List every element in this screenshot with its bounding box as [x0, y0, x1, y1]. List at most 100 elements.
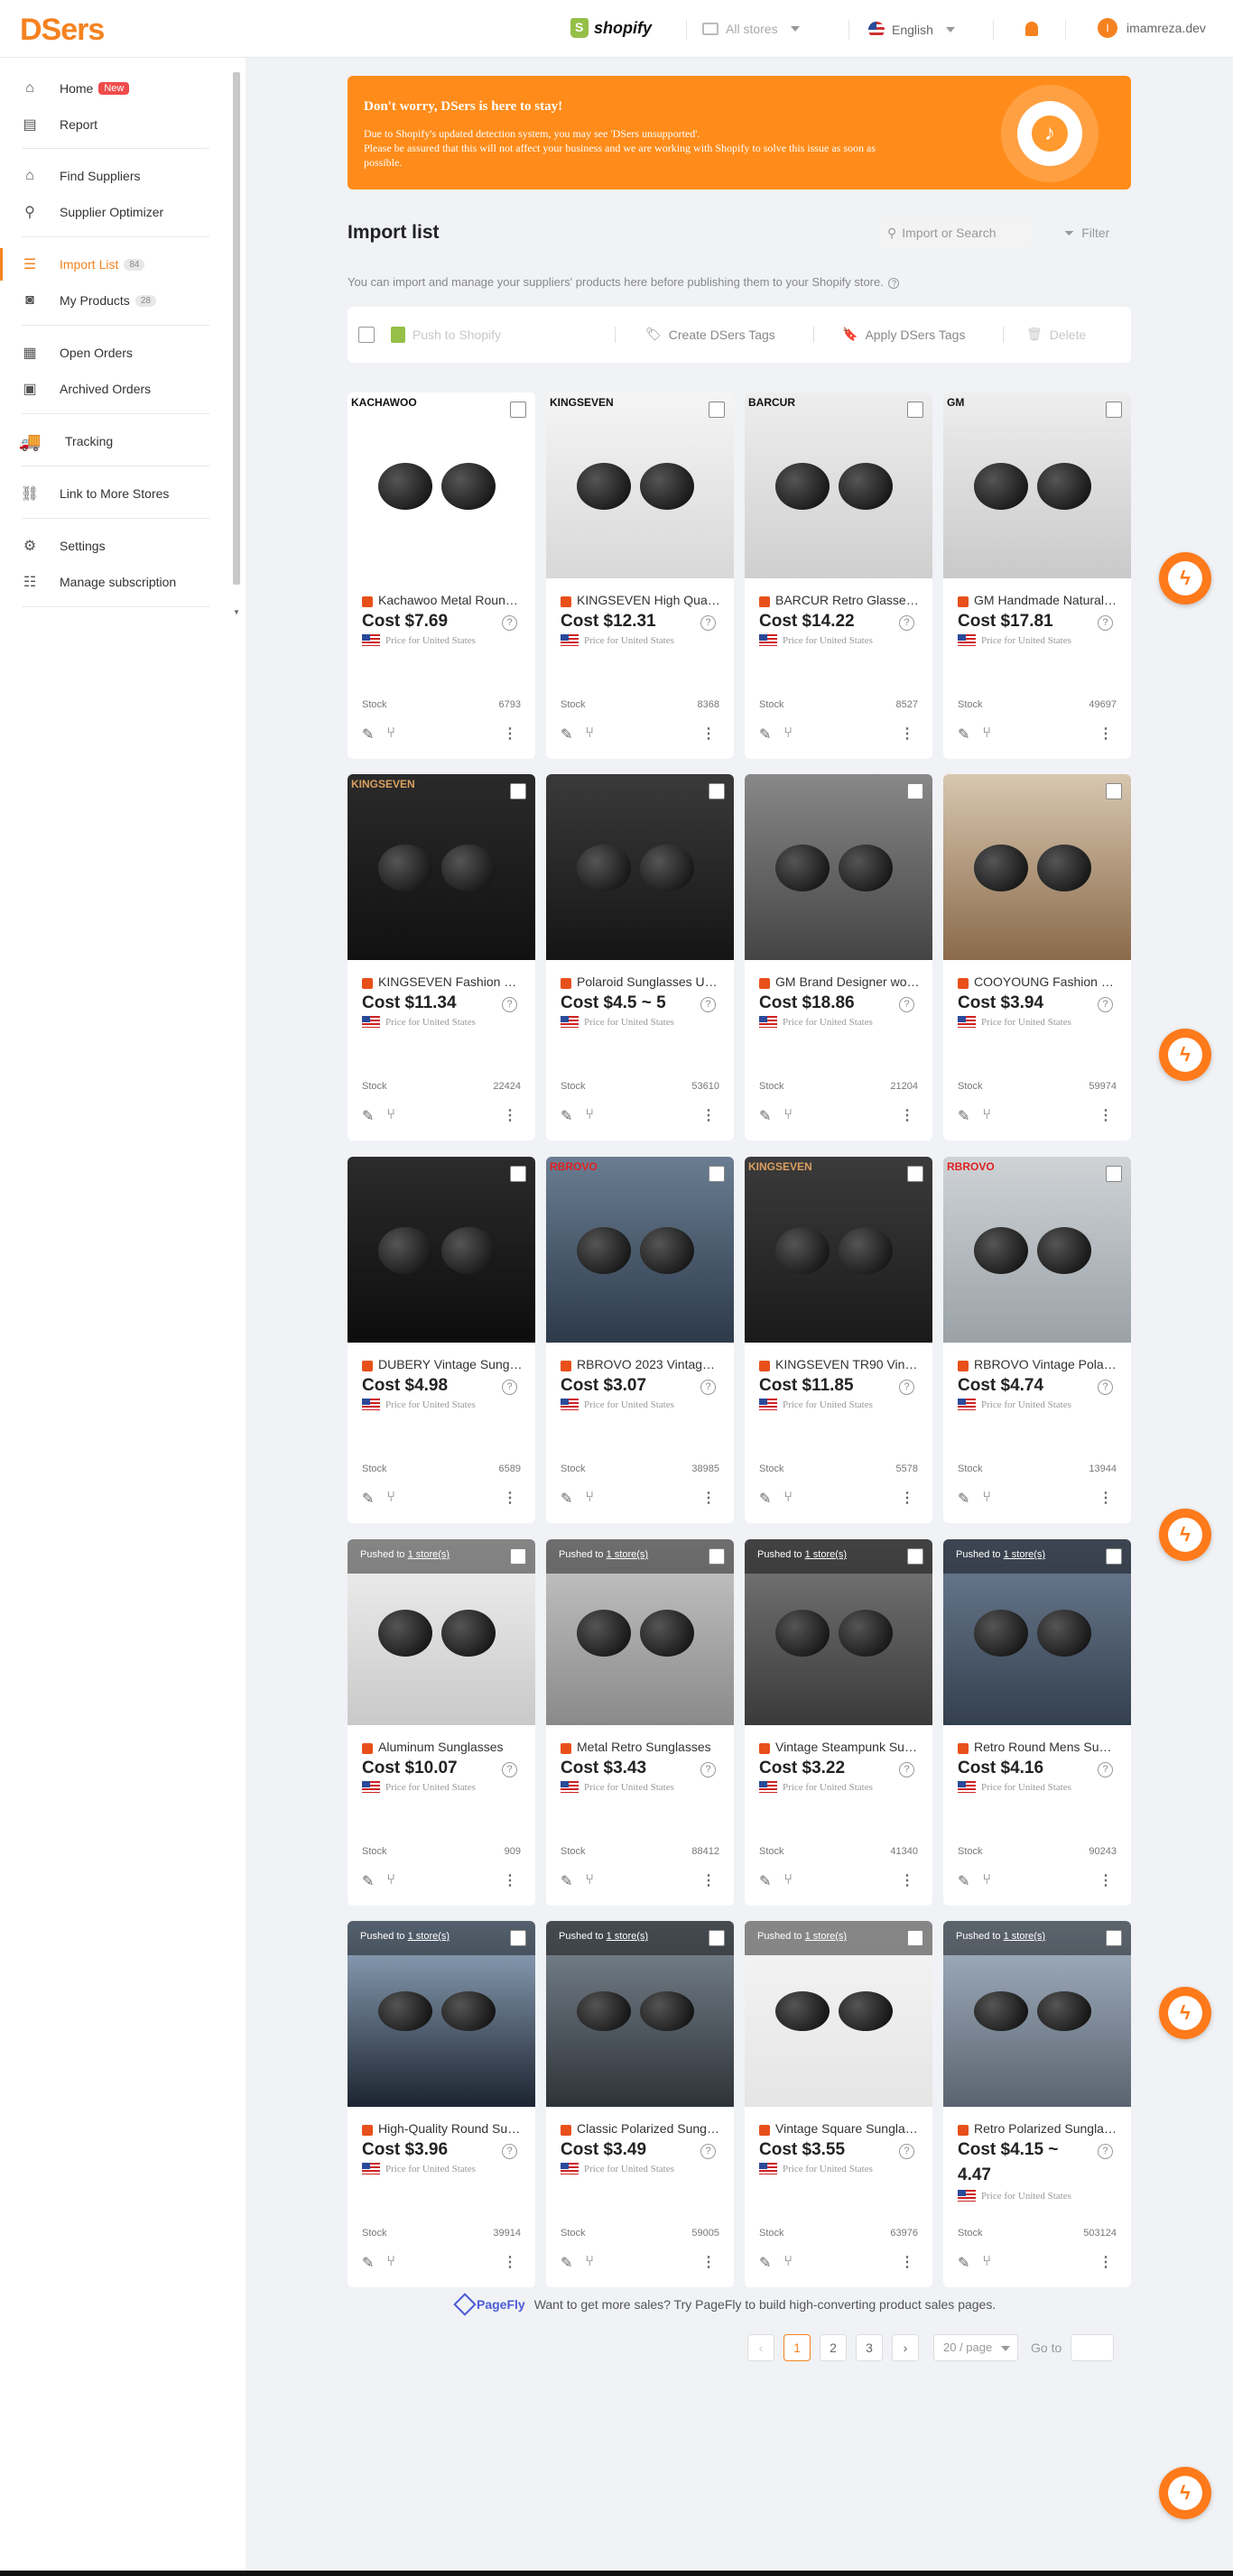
split-icon[interactable]: ⑂: [982, 725, 991, 743]
product-card[interactable]: Pushed to 1 store(s) Retro Polarized Sun…: [943, 1921, 1131, 2287]
product-checkbox[interactable]: [907, 1548, 923, 1565]
sidebar-item-supplier-optimizer[interactable]: ⚲ Supplier Optimizer: [0, 196, 209, 228]
product-card[interactable]: GM Brand Designer wood Sunglasses Cost $…: [745, 774, 932, 1140]
more-options-icon[interactable]: ⋮: [900, 1489, 914, 1507]
product-title[interactable]: GM Brand Designer wood Sunglasses: [775, 974, 920, 989]
help-icon[interactable]: ?: [899, 997, 914, 1012]
language-selector[interactable]: English: [868, 22, 955, 38]
filter-button[interactable]: ⏷ Filter: [1050, 218, 1131, 247]
help-icon[interactable]: ?: [700, 2144, 716, 2159]
more-options-icon[interactable]: ⋮: [701, 725, 716, 743]
product-checkbox[interactable]: [709, 783, 725, 799]
help-icon[interactable]: ?: [700, 615, 716, 631]
product-image[interactable]: Pushed to 1 store(s): [745, 1921, 932, 2107]
help-icon[interactable]: ?: [1098, 1762, 1113, 1777]
more-options-icon[interactable]: ⋮: [1099, 725, 1113, 743]
product-card[interactable]: Pushed to 1 store(s) Metal Retro Sunglas…: [546, 1539, 734, 1906]
edit-icon[interactable]: ✎: [362, 1490, 374, 1508]
product-checkbox[interactable]: [1106, 1166, 1122, 1182]
split-icon[interactable]: ⑂: [386, 1490, 395, 1508]
sidebar-item-open-orders[interactable]: ▦ Open Orders: [0, 337, 209, 369]
edit-icon[interactable]: ✎: [759, 1107, 771, 1125]
more-options-icon[interactable]: ⋮: [701, 1489, 716, 1507]
product-checkbox[interactable]: [1106, 402, 1122, 418]
more-options-icon[interactable]: ⋮: [900, 1106, 914, 1124]
help-icon[interactable]: ?: [502, 1380, 517, 1395]
sidebar-item-report[interactable]: ▤ Report: [0, 108, 209, 141]
help-icon[interactable]: ?: [899, 1762, 914, 1777]
product-title[interactable]: Retro Polarized Sunglasses: [974, 2121, 1118, 2136]
edit-icon[interactable]: ✎: [362, 1872, 374, 1890]
product-image[interactable]: Pushed to 1 store(s): [546, 1921, 734, 2107]
split-icon[interactable]: ⑂: [783, 1107, 793, 1125]
product-checkbox[interactable]: [709, 1930, 725, 1946]
pushed-stores-link[interactable]: 1 store(s): [805, 1549, 847, 1560]
product-title[interactable]: KINGSEVEN Fashion Polarized Sunglasses: [378, 974, 523, 989]
product-image[interactable]: [745, 774, 932, 960]
product-checkbox[interactable]: [709, 1166, 725, 1182]
page-1-button[interactable]: 1: [783, 2334, 811, 2361]
page-size-select[interactable]: 20 / page: [933, 2334, 1018, 2361]
apply-tags-button[interactable]: 🔖 Apply DSers Tags: [842, 327, 965, 342]
split-icon[interactable]: ⑂: [386, 725, 395, 743]
product-card[interactable]: Pushed to 1 store(s) Vintage Steampunk S…: [745, 1539, 932, 1906]
sidebar-item-settings[interactable]: ⚙ Settings: [0, 530, 209, 562]
more-options-icon[interactable]: ⋮: [503, 2253, 517, 2271]
product-image[interactable]: [943, 774, 1131, 960]
product-title[interactable]: Classic Polarized Sunglasses: [577, 2121, 721, 2136]
messenger-chat-button[interactable]: ϟ: [1159, 1987, 1211, 2039]
pushed-stores-link[interactable]: 1 store(s): [408, 1931, 450, 1942]
split-icon[interactable]: ⑂: [386, 2254, 395, 2272]
product-title[interactable]: Retro Round Mens Sunglasses: [974, 1740, 1118, 1754]
prev-page-button[interactable]: ‹: [747, 2334, 774, 2361]
more-options-icon[interactable]: ⋮: [1099, 1489, 1113, 1507]
split-icon[interactable]: ⑂: [585, 1490, 594, 1508]
product-card[interactable]: Pushed to 1 store(s) Retro Round Mens Su…: [943, 1539, 1131, 1906]
product-title[interactable]: Vintage Steampunk Sunglasses: [775, 1740, 920, 1754]
product-checkbox[interactable]: [907, 1930, 923, 1946]
dsers-logo[interactable]: DSers: [20, 13, 105, 48]
split-icon[interactable]: ⑂: [783, 1872, 793, 1890]
product-title[interactable]: Polaroid Sunglasses UV400: [577, 974, 721, 989]
help-icon[interactable]: ?: [502, 2144, 517, 2159]
edit-icon[interactable]: ✎: [759, 1490, 771, 1508]
product-checkbox[interactable]: [510, 1930, 526, 1946]
help-icon[interactable]: ?: [888, 278, 900, 289]
help-icon[interactable]: ?: [502, 615, 517, 631]
split-icon[interactable]: ⑂: [386, 1872, 395, 1890]
more-options-icon[interactable]: ⋮: [1099, 2253, 1113, 2271]
more-options-icon[interactable]: ⋮: [503, 1106, 517, 1124]
product-image[interactable]: Pushed to 1 store(s): [348, 1921, 535, 2107]
more-options-icon[interactable]: ⋮: [701, 2253, 716, 2271]
more-options-icon[interactable]: ⋮: [900, 725, 914, 743]
split-icon[interactable]: ⑂: [982, 1107, 991, 1125]
product-image[interactable]: Pushed to 1 store(s): [943, 1921, 1131, 2107]
split-icon[interactable]: ⑂: [585, 725, 594, 743]
product-card[interactable]: Pushed to 1 store(s) Vintage Square Sung…: [745, 1921, 932, 2287]
product-checkbox[interactable]: [1106, 783, 1122, 799]
product-title[interactable]: KINGSEVEN TR90 Vintage Sunglasses: [775, 1357, 920, 1371]
help-icon[interactable]: ?: [700, 1380, 716, 1395]
product-image[interactable]: KINGSEVEN: [348, 774, 535, 960]
product-title[interactable]: Vintage Square Sunglasses: [775, 2121, 920, 2136]
product-card[interactable]: Pushed to 1 store(s) Aluminum Sunglasses…: [348, 1539, 535, 1906]
product-title[interactable]: BARCUR Retro Glasses Sunglasses: [775, 593, 920, 607]
edit-icon[interactable]: ✎: [958, 725, 969, 743]
product-checkbox[interactable]: [510, 402, 526, 418]
messenger-chat-button[interactable]: ϟ: [1159, 1029, 1211, 1081]
more-options-icon[interactable]: ⋮: [701, 1106, 716, 1124]
delete-button[interactable]: 🗑 Delete: [1026, 327, 1086, 342]
product-image[interactable]: RBROVO: [546, 1157, 734, 1343]
product-card[interactable]: KINGSEVEN KINGSEVEN TR90 Vintage Sunglas…: [745, 1157, 932, 1523]
product-image[interactable]: KACHAWOO: [348, 392, 535, 578]
edit-icon[interactable]: ✎: [561, 1490, 572, 1508]
product-image[interactable]: Pushed to 1 store(s): [348, 1539, 535, 1725]
split-icon[interactable]: ⑂: [386, 1107, 395, 1125]
product-image[interactable]: [546, 774, 734, 960]
product-image[interactable]: [348, 1157, 535, 1343]
edit-icon[interactable]: ✎: [561, 725, 572, 743]
edit-icon[interactable]: ✎: [561, 1872, 572, 1890]
product-card[interactable]: COOYOUNG Fashion Sunglasses Cost $3.94 ?…: [943, 774, 1131, 1140]
messenger-chat-button[interactable]: ϟ: [1159, 2467, 1211, 2519]
edit-icon[interactable]: ✎: [958, 1872, 969, 1890]
